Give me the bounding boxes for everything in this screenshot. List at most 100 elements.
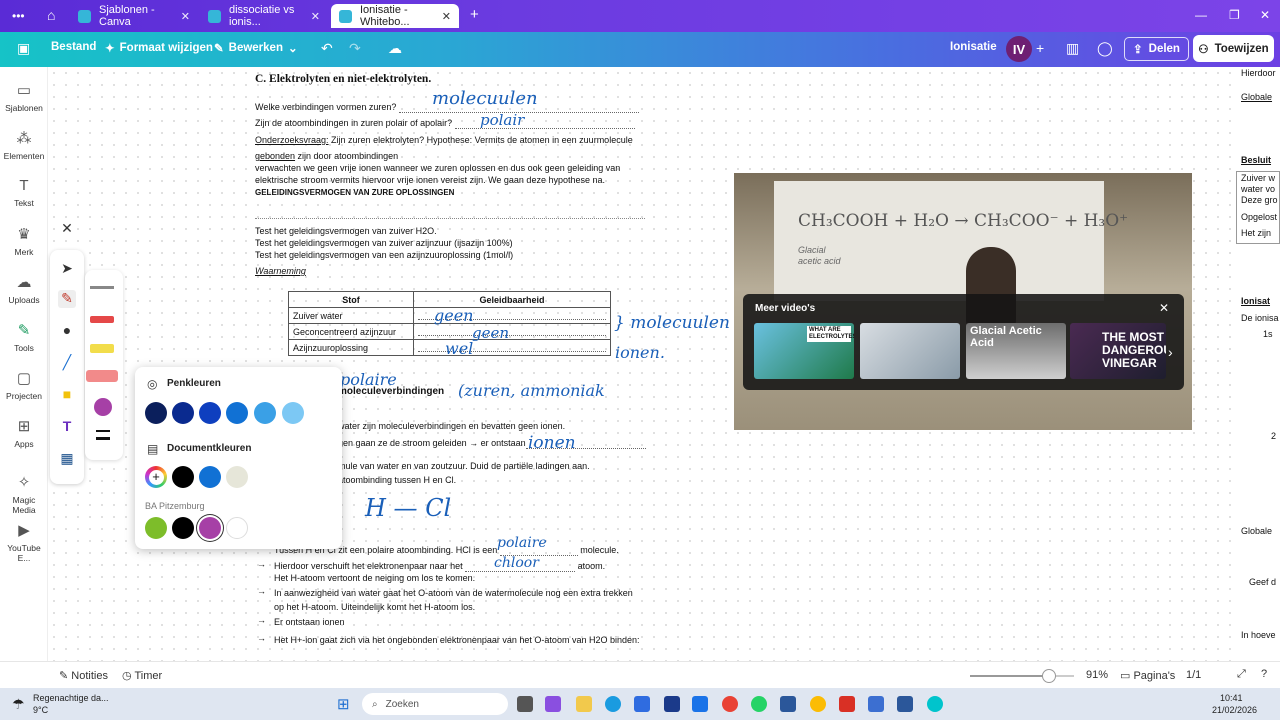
handwriting-annotation[interactable]: ionen.	[615, 343, 665, 362]
pen-color-swatch[interactable]	[254, 402, 276, 424]
word-2-icon[interactable]	[897, 696, 913, 712]
zoom-level[interactable]: 91%	[1086, 669, 1108, 681]
copilot-icon[interactable]	[545, 696, 561, 712]
edge-icon[interactable]	[605, 696, 621, 712]
shapes-icon[interactable]: ●	[58, 322, 76, 340]
tab-close-icon[interactable]: ✕	[442, 10, 451, 23]
video-thumbnail[interactable]: THE MOST DANGEROUS VINEGAR	[1070, 323, 1166, 379]
doc-color-swatch[interactable]	[199, 466, 221, 488]
store-icon[interactable]	[634, 696, 650, 712]
close-draw-tools-icon[interactable]: ✕	[57, 220, 77, 240]
line-icon[interactable]: ╱	[58, 354, 76, 372]
stroke-weight-icon[interactable]	[96, 430, 110, 440]
add-collaborator-icon[interactable]: +	[1036, 40, 1044, 56]
clock-time[interactable]: 10:41	[1220, 693, 1243, 703]
edit-button[interactable]: ✎ Bewerken ⌄	[214, 41, 298, 55]
avatar[interactable]: IV	[1006, 36, 1032, 62]
pen-color-swatch[interactable]	[226, 402, 248, 424]
maximize-button[interactable]: ❐	[1229, 8, 1240, 22]
new-tab-button[interactable]: +	[470, 6, 479, 23]
sidebar-item-magic-media[interactable]: ✧ Magic Media	[0, 473, 48, 515]
resize-button[interactable]: ✦ Formaat wijzigen	[105, 41, 213, 55]
sidebar-item-brand[interactable]: ♛ Merk	[0, 225, 48, 257]
cloud-sync-icon[interactable]: ☁	[388, 40, 402, 57]
weather-title[interactable]: Regenachtige da...	[33, 693, 109, 703]
pen-thin-icon[interactable]	[90, 286, 114, 289]
comment-icon[interactable]: ◯	[1097, 40, 1113, 57]
brand-color-swatch[interactable]	[226, 517, 248, 539]
start-icon[interactable]: ⊞	[337, 695, 350, 713]
highlighter-icon[interactable]	[90, 344, 114, 353]
assign-button[interactable]: ⚇ Toewijzen	[1193, 35, 1274, 62]
chrome-icon[interactable]	[722, 696, 738, 712]
pen-color-swatch[interactable]	[145, 402, 167, 424]
sidebar-item-apps[interactable]: ⊞ Apps	[0, 417, 48, 449]
handwriting-annotation[interactable]: molecuulen	[432, 88, 538, 109]
mail-icon[interactable]	[868, 696, 884, 712]
timer-button[interactable]: ◷ Timer	[122, 669, 162, 682]
app-b-icon[interactable]	[664, 696, 680, 712]
handwriting-annotation[interactable]: (zuren, ammoniak	[458, 381, 605, 400]
next-page-preview[interactable]: Hierdoor Globale Besluit Zuiver w water …	[1236, 67, 1280, 661]
pen-color-swatch[interactable]	[172, 402, 194, 424]
handwriting-annotation[interactable]: polair	[480, 111, 524, 129]
pages-button[interactable]: ▭ Pagina's	[1120, 669, 1175, 682]
handwriting-annotation[interactable]: wel	[445, 339, 473, 358]
table-icon[interactable]: ▦	[58, 450, 76, 468]
sidebar-toggle-icon[interactable]: ▣	[17, 40, 30, 57]
tab-close-icon[interactable]: ✕	[311, 10, 320, 23]
handwriting-annotation[interactable]: polaire	[497, 535, 547, 551]
undo-icon[interactable]: ↶	[321, 40, 333, 57]
sidebar-item-elements[interactable]: ⁂ Elementen	[0, 129, 48, 161]
tab-sjablonen[interactable]: Sjablonen - Canva ✕	[70, 4, 198, 28]
sticky-note-icon[interactable]: ■	[58, 386, 76, 404]
whatsapp-icon[interactable]	[751, 696, 767, 712]
sidebar-item-templates[interactable]: ▭ Sjablonen	[0, 81, 48, 113]
pen-color-swatch[interactable]	[199, 402, 221, 424]
handwriting-annotation[interactable]: H — Cl	[365, 494, 451, 522]
dropbox-icon[interactable]	[692, 696, 708, 712]
sidebar-item-text[interactable]: T Tekst	[0, 177, 48, 208]
next-videos-icon[interactable]: ›	[1168, 344, 1173, 360]
add-color-button[interactable]: +	[145, 466, 167, 488]
selected-color-swatch[interactable]	[94, 398, 112, 416]
handwriting-annotation[interactable]: } molecuulen	[614, 313, 730, 333]
file-explorer-icon[interactable]	[576, 696, 592, 712]
sidebar-item-projects[interactable]: ▢ Projecten	[0, 369, 48, 401]
tab-close-icon[interactable]: ✕	[181, 10, 190, 23]
notes-button[interactable]: ✎ Notities	[59, 669, 108, 682]
brand-color-swatch-selected[interactable]	[199, 517, 221, 539]
eraser-icon[interactable]	[86, 370, 118, 382]
canva-app-icon[interactable]	[927, 696, 943, 712]
chrome-profile-icon[interactable]	[810, 696, 826, 712]
video-thumbnail[interactable]: WHAT ARE ELECTROLYTES?	[754, 323, 854, 379]
sidebar-item-uploads[interactable]: ☁ Uploads	[0, 273, 48, 305]
close-window-button[interactable]: ✕	[1260, 8, 1270, 22]
video-thumbnail[interactable]	[860, 323, 960, 379]
doc-color-swatch[interactable]	[226, 466, 248, 488]
pen-icon[interactable]: ✎	[58, 290, 76, 308]
brand-color-swatch[interactable]	[145, 517, 167, 539]
close-more-videos-icon[interactable]: ✕	[1159, 301, 1169, 315]
doc-color-swatch[interactable]	[172, 466, 194, 488]
handwriting-annotation[interactable]: geen	[472, 324, 509, 342]
embedded-video[interactable]: CH₃COOH + H₂O → CH₃COO⁻ + H₃O⁺ Glacial a…	[734, 173, 1192, 430]
video-thumbnail[interactable]: Glacial Acetic Acid	[966, 323, 1066, 379]
sidebar-item-youtube[interactable]: ▶ YouTube E...	[0, 521, 48, 563]
taskbar-search[interactable]: ⌕ Zoeken	[362, 693, 508, 715]
design-title[interactable]: Ionisatie	[950, 41, 997, 53]
redo-icon[interactable]: ↷	[349, 40, 361, 57]
acrobat-icon[interactable]	[839, 696, 855, 712]
file-menu-button[interactable]: Bestand	[51, 41, 96, 53]
fullscreen-icon[interactable]: ⤢	[1237, 668, 1246, 681]
handwriting-annotation[interactable]: ionen	[528, 433, 576, 453]
home-icon[interactable]: ⌂	[47, 7, 55, 23]
word-icon[interactable]	[780, 696, 796, 712]
select-arrow-icon[interactable]: ➤	[58, 260, 76, 278]
text-tool-icon[interactable]: T	[58, 418, 76, 436]
analytics-icon[interactable]: ▥	[1066, 40, 1079, 57]
handwriting-annotation[interactable]: geen	[434, 306, 473, 325]
brand-color-swatch[interactable]	[172, 517, 194, 539]
task-view-icon[interactable]	[517, 696, 533, 712]
sidebar-item-tools[interactable]: ✎ Tools	[0, 321, 48, 353]
